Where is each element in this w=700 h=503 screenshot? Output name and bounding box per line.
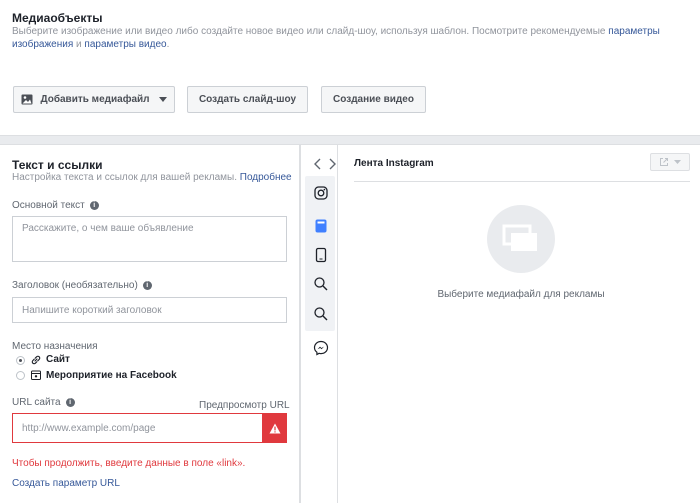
feed-placement-icon[interactable] xyxy=(311,216,331,236)
event-icon xyxy=(30,368,42,386)
preview-panel: Лента Instagram Выберите медиафайл для р… xyxy=(300,144,700,503)
warning-icon xyxy=(262,413,287,443)
media-title: Медиаобъекты xyxy=(12,11,103,25)
create-slideshow-button[interactable]: Создать слайд-шоу xyxy=(187,86,308,113)
option-site-label: Сайт xyxy=(46,354,70,365)
open-preview-button[interactable] xyxy=(650,153,690,171)
url-preview-link[interactable]: Предпросмотр URL xyxy=(199,400,290,411)
primary-text-label: Основной текст i xyxy=(12,200,99,211)
search-icon[interactable] xyxy=(311,304,331,324)
learn-more-link[interactable]: Подробнее xyxy=(240,172,292,183)
image-icon xyxy=(21,94,33,105)
divider xyxy=(354,181,690,182)
messenger-icon[interactable] xyxy=(311,338,331,358)
info-icon[interactable]: i xyxy=(142,281,152,290)
placement-tools xyxy=(305,144,336,503)
headline-label: Заголовок (необязательно) i xyxy=(12,280,152,291)
media-placeholder-icon xyxy=(487,205,555,273)
phone-icon[interactable] xyxy=(311,245,331,265)
create-url-param-link[interactable]: Создать параметр URL xyxy=(12,478,120,489)
url-label: URL сайта i xyxy=(12,397,75,408)
preview-title: Лента Instagram xyxy=(354,158,434,169)
instagram-icon[interactable] xyxy=(311,183,331,203)
destination-label: Место назначения xyxy=(12,341,98,352)
radio-event[interactable] xyxy=(16,371,25,380)
option-event-label: Мероприятие на Facebook xyxy=(46,370,177,381)
media-description: Выберите изображение или видео либо созд… xyxy=(12,26,660,50)
url-error-message: Чтобы продолжить, введите данные в поле … xyxy=(12,458,246,469)
create-video-button[interactable]: Создание видео xyxy=(321,86,426,113)
media-panel: Медиаобъекты Выберите изображение или ви… xyxy=(0,0,700,136)
chevron-right-icon[interactable] xyxy=(322,154,342,174)
primary-text-input[interactable]: Расскажите, о чем ваше объявление xyxy=(12,216,287,262)
text-links-title: Текст и ссылки xyxy=(12,158,103,172)
external-link-icon xyxy=(659,157,669,167)
preview-empty-text: Выберите медиафайл для рекламы xyxy=(437,289,605,300)
text-links-description: Настройка текста и ссылок для вашей рекл… xyxy=(12,172,292,183)
headline-input[interactable]: Напишите короткий заголовок xyxy=(12,297,287,323)
info-icon[interactable]: i xyxy=(65,398,75,407)
url-input[interactable]: http://www.example.com/page xyxy=(12,413,287,443)
caret-down-icon xyxy=(674,160,681,164)
info-icon[interactable]: i xyxy=(89,201,99,210)
caret-down-icon xyxy=(158,97,167,102)
search-icon[interactable] xyxy=(311,274,331,294)
add-media-button[interactable]: Добавить медиафайл xyxy=(13,86,175,113)
radio-site[interactable] xyxy=(16,356,25,365)
video-params-link[interactable]: параметры видео xyxy=(84,39,166,50)
text-links-panel: Текст и ссылки Настройка текста и ссылок… xyxy=(0,144,300,503)
